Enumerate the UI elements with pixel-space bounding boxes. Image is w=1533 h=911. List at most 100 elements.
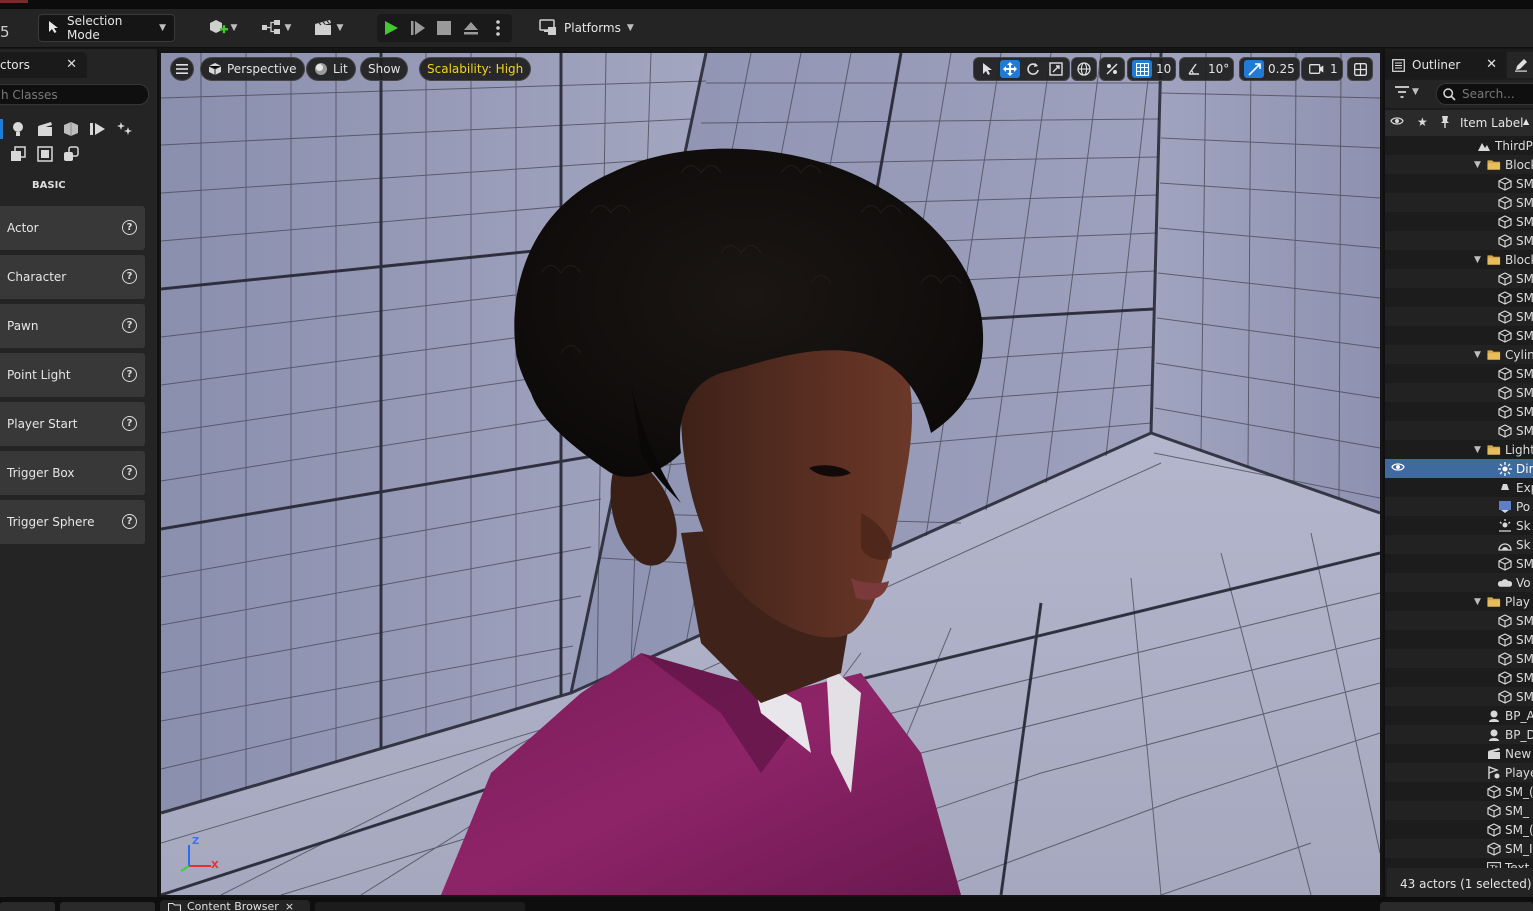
show-button[interactable]: Show (360, 57, 409, 81)
outliner-row-sm[interactable]: SM (1385, 402, 1533, 421)
place-extra-icon[interactable] (61, 144, 81, 164)
help-icon[interactable]: ? (122, 514, 137, 529)
visual-effects-icon[interactable] (88, 119, 108, 139)
actor-item-trigger-box[interactable]: Trigger Box ? (0, 451, 145, 495)
content-browser-tab[interactable]: Content Browser × (160, 900, 310, 911)
outliner-tab[interactable]: Outliner ✕ (1385, 52, 1505, 78)
outliner-row-block[interactable]: ▼ Block (1385, 155, 1533, 174)
outliner-row-light[interactable]: ▼ Light (1385, 440, 1533, 459)
bottom-tab-stub[interactable] (0, 902, 55, 911)
actor-item-actor[interactable]: Actor ? (0, 206, 145, 250)
bottom-tab-stub[interactable] (1380, 902, 1533, 911)
outliner-row-sm[interactable]: SM (1385, 193, 1533, 212)
actor-item-point-light[interactable]: Point Light ? (0, 353, 145, 397)
coordinate-system-button[interactable] (1071, 57, 1097, 81)
select-tool-icon[interactable] (977, 60, 997, 78)
help-icon[interactable]: ? (122, 318, 137, 333)
outliner-row-sm[interactable]: SM (1385, 421, 1533, 440)
eject-button[interactable] (461, 17, 482, 39)
help-icon[interactable]: ? (122, 220, 137, 235)
outliner-row-bp-a[interactable]: BP_A (1385, 706, 1533, 725)
outliner-row-playe[interactable]: Playe (1385, 763, 1533, 782)
outliner-row-dir[interactable]: Dir (1385, 459, 1533, 478)
outliner-row-sm[interactable]: SM_ (1385, 801, 1533, 820)
outliner-row-sm[interactable]: SM (1385, 326, 1533, 345)
rotation-snap-button[interactable]: 10° (1179, 57, 1235, 81)
star-column-icon[interactable]: ★ (1417, 115, 1428, 129)
rotate-tool-icon[interactable] (1023, 60, 1043, 78)
selection-mode-button[interactable]: Selection Mode ▼ (38, 14, 175, 42)
scale-snap-button[interactable]: 0.25 (1239, 57, 1300, 81)
level-viewport[interactable]: Z X Perspective Lit Show Scalability: Hi… (161, 53, 1380, 895)
outliner-row-sm[interactable]: SM (1385, 174, 1533, 193)
outliner-row-block[interactable]: ▼ Block (1385, 250, 1533, 269)
perspective-button[interactable]: Perspective (200, 57, 305, 81)
expand-arrow-icon[interactable]: ▼ (1474, 255, 1481, 265)
outliner-search-input[interactable]: Search... (1436, 83, 1533, 105)
bottom-tab-stub[interactable] (60, 902, 155, 911)
outliner-row-sm[interactable]: SM (1385, 611, 1533, 630)
outliner-row-sm[interactable]: SM (1385, 630, 1533, 649)
play-button[interactable] (381, 17, 402, 39)
translate-tool-icon[interactable] (1000, 60, 1020, 78)
play-options-button[interactable] (487, 17, 508, 39)
visibility-column-icon[interactable] (1390, 115, 1404, 130)
filter-button[interactable]: ▼ (1395, 86, 1419, 98)
expand-arrow-icon[interactable]: ▼ (1474, 445, 1481, 455)
place-actors-tab[interactable]: ctors ✕ (0, 52, 87, 78)
outliner-row-po[interactable]: Po (1385, 497, 1533, 516)
expand-arrow-icon[interactable]: ▼ (1474, 350, 1481, 360)
help-icon[interactable]: ? (122, 416, 137, 431)
outliner-row-sm[interactable]: SM_( (1385, 820, 1533, 839)
camera-speed-button[interactable]: 1 (1301, 57, 1343, 81)
pin-column-icon[interactable] (1440, 115, 1450, 132)
outliner-row-sk[interactable]: Sk (1385, 516, 1533, 535)
outliner-row-sk[interactable]: Sk (1385, 535, 1533, 554)
surface-snapping-button[interactable] (1099, 57, 1125, 81)
outliner-row-sm[interactable]: SM (1385, 269, 1533, 288)
help-icon[interactable]: ? (122, 465, 137, 480)
outliner-row-sm[interactable]: SM (1385, 288, 1533, 307)
blueprints-button[interactable]: ▼ (256, 14, 296, 42)
outliner-row-thirdp[interactable]: ThirdP (1385, 136, 1533, 155)
outliner-row-bp-d[interactable]: BP_D (1385, 725, 1533, 744)
grid-snap-button[interactable]: 10 (1127, 57, 1177, 81)
platforms-button[interactable]: Platforms ▼ (538, 14, 634, 42)
geometry-icon[interactable] (8, 144, 28, 164)
cinematics-button[interactable]: ▼ (308, 14, 348, 42)
outliner-row-sm[interactable]: SM (1385, 383, 1533, 402)
details-tab[interactable] (1507, 52, 1533, 78)
outliner-row-sm[interactable]: SM (1385, 668, 1533, 687)
outliner-row-sm-i[interactable]: SM_I (1385, 839, 1533, 858)
outliner-row-sm[interactable]: SM (1385, 554, 1533, 573)
add-actor-button[interactable]: ▼ (202, 14, 242, 42)
outliner-row-sm[interactable]: SM_( (1385, 782, 1533, 801)
outliner-row-sm[interactable]: SM (1385, 364, 1533, 383)
outliner-row-sm[interactable]: SM (1385, 649, 1533, 668)
scalability-warning[interactable]: Scalability: High (419, 57, 532, 81)
viewport-options-button[interactable] (170, 57, 194, 81)
light-icon[interactable] (8, 119, 28, 139)
help-icon[interactable]: ? (122, 269, 137, 284)
actor-item-character[interactable]: Character ? (0, 255, 145, 299)
view-mode-button[interactable]: Lit (306, 57, 356, 81)
outliner-row-sm[interactable]: SM (1385, 307, 1533, 326)
outliner-row-cylin[interactable]: ▼ Cylin (1385, 345, 1533, 364)
stop-button[interactable] (434, 17, 455, 39)
actor-item-trigger-sphere[interactable]: Trigger Sphere ? (0, 500, 145, 544)
actor-item-player-start[interactable]: Player Start ? (0, 402, 145, 446)
actor-item-pawn[interactable]: Pawn ? (0, 304, 145, 348)
shapes-icon[interactable] (61, 119, 81, 139)
outliner-row-sm[interactable]: SM (1385, 231, 1533, 250)
close-icon[interactable]: × (285, 900, 294, 911)
close-icon[interactable]: ✕ (1486, 57, 1497, 72)
cinematic-icon[interactable] (35, 119, 55, 139)
viewport-layout-button[interactable] (1347, 57, 1373, 81)
outliner-row-play[interactable]: ▼ Play (1385, 592, 1533, 611)
close-icon[interactable]: ✕ (66, 57, 77, 72)
outliner-row-new[interactable]: New (1385, 744, 1533, 763)
scale-tool-icon[interactable] (1046, 60, 1066, 78)
advance-frame-button[interactable] (408, 17, 429, 39)
outliner-row-sm[interactable]: SM (1385, 687, 1533, 706)
search-classes-input[interactable]: h Classes (0, 84, 149, 105)
